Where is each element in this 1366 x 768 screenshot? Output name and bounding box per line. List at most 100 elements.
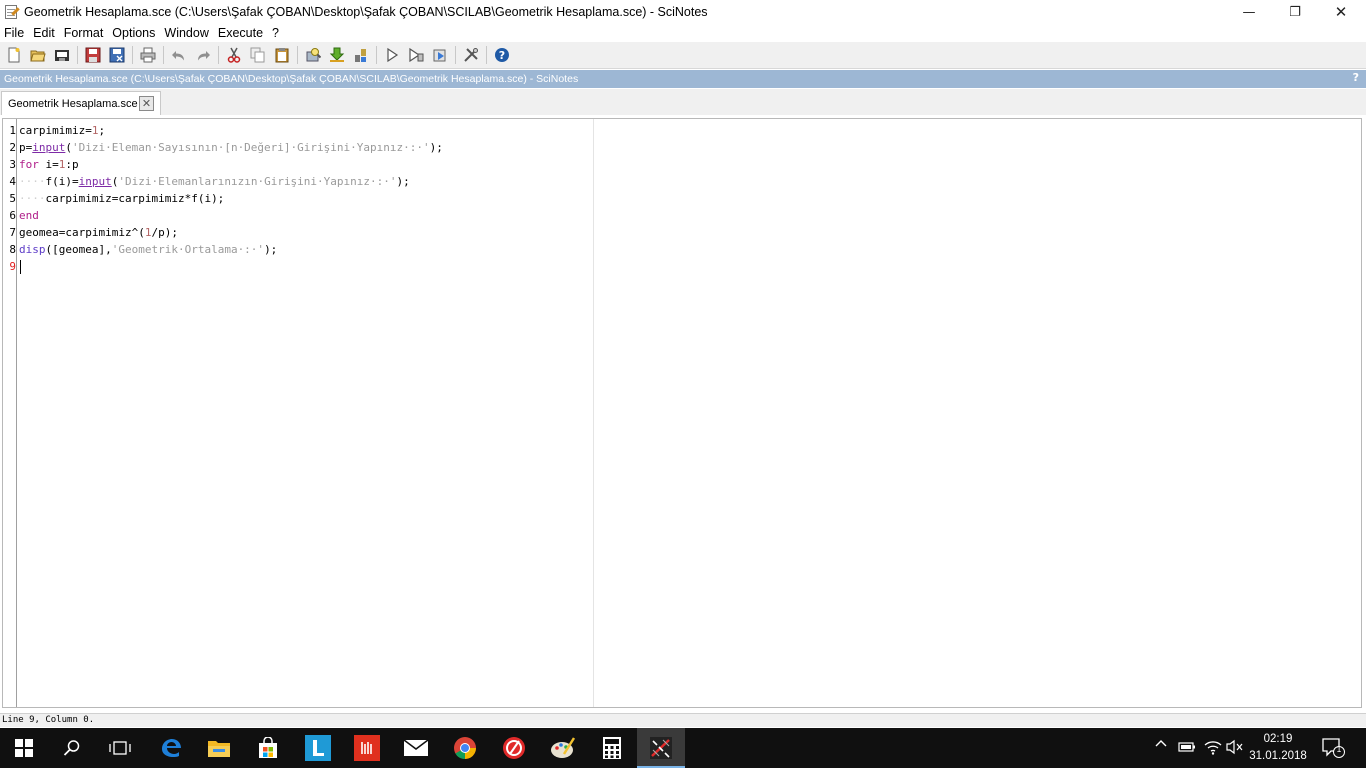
toolbar-separator [163,46,164,64]
code-editor[interactable]: 123456789 carpimimiz=1; p=input('Dizi·Ele… [2,118,1362,708]
help-icon: ? [495,48,509,62]
windows-taskbar: 02:19 31.01.2018 1 [0,728,1366,768]
code-token: 'Geometrik·Ortalama·:·' [111,243,265,256]
l-app-icon [305,735,331,761]
restore-icon: ❐ [1289,4,1301,20]
new-file-icon [8,47,20,63]
preferences-icon [464,48,478,62]
run-until-caret-button[interactable] [405,44,427,66]
print-button[interactable] [137,44,159,66]
code-line[interactable]: p=input('Dizi·Eleman·Sayısının·[n·Değeri… [19,139,443,156]
code-token: ); [396,175,410,188]
load-into-scilab-button[interactable] [326,44,348,66]
minimize-button[interactable]: — [1226,0,1272,24]
cut-button[interactable] [223,44,245,66]
action-center-icon[interactable]: 1 [1322,738,1346,762]
open-file-button[interactable] [27,44,49,66]
edge-taskbar-button[interactable] [147,728,195,768]
code-token: input [32,141,66,154]
menu-execute[interactable]: Execute [214,26,267,40]
close-button[interactable]: ✕ [1318,0,1364,24]
redo-icon [198,51,210,61]
preferences-button[interactable] [460,44,482,66]
run-selection-button[interactable] [429,44,451,66]
code-line[interactable]: ····f(i)=input('Dizi·Elemanlarınızın·Gir… [19,173,410,190]
tab-strip: Geometrik Hesaplama.sce ✕ [0,89,1366,115]
run-button[interactable] [381,44,403,66]
line-number: 8 [9,243,16,256]
scinotes-window: Geometrik Hesaplama.sce (C:\Users\Şafak … [0,0,1366,768]
run-selection-icon [433,49,446,62]
save-as-button[interactable] [106,44,128,66]
scilab-taskbar-button[interactable] [637,728,685,768]
redo-button[interactable] [192,44,214,66]
code-token: 'Dizi·Eleman·Sayısının·[n·Değeri]·Girişi… [72,141,430,154]
window-title: Geometrik Hesaplama.sce (C:\Users\Şafak … [24,5,708,19]
menu-window[interactable]: Window [160,26,212,40]
find-replace-button[interactable] [302,44,324,66]
menu-bar: File Edit Format Options Window Execute … [0,24,1366,42]
code-line[interactable]: geomea=carpimimiz^(1/p); [19,224,178,241]
save-button[interactable] [82,44,104,66]
file-explorer-taskbar-button[interactable] [195,728,243,768]
red-app-taskbar-button[interactable] [343,728,391,768]
calculator-taskbar-button[interactable] [588,728,636,768]
code-token: carpimimiz=carpimimiz*f(i); [45,192,225,205]
paste-button[interactable] [271,44,293,66]
minimize-icon: — [1242,4,1256,20]
l-app-taskbar-button[interactable] [294,728,342,768]
open-recent-button[interactable] [51,44,73,66]
chrome-taskbar-button[interactable] [441,728,489,768]
tab-geometrik-hesaplama[interactable]: Geometrik Hesaplama.sce ✕ [1,91,161,115]
code-line[interactable]: end [19,207,39,224]
undo-button[interactable] [168,44,190,66]
scinotes-app-icon[interactable] [4,4,20,20]
code-line[interactable]: ····carpimimiz=carpimimiz*f(i); [19,190,224,207]
code-line[interactable]: for i=1:p [19,156,79,173]
opera-taskbar-button[interactable] [490,728,538,768]
task-view-button[interactable] [96,728,144,768]
battery-icon[interactable] [1178,741,1196,757]
tab-close-icon[interactable]: ✕ [139,96,154,111]
line-number: 5 [9,192,16,205]
restore-button[interactable]: ❐ [1272,0,1318,24]
menu-help[interactable]: ? [268,26,283,40]
save-icon [85,47,101,63]
code-token: i= [38,158,59,171]
line-number: 7 [9,226,16,239]
run-icon [387,47,399,63]
mail-taskbar-button[interactable] [392,728,440,768]
code-token: ; [98,124,106,137]
tab-label: Geometrik Hesaplama.sce [8,97,138,110]
wifi-icon[interactable] [1204,739,1222,759]
new-file-button[interactable] [3,44,25,66]
copy-icon [250,47,265,63]
start-button[interactable] [0,728,48,768]
taskbar-clock[interactable]: 02:19 31.01.2018 [1248,731,1308,765]
copy-button[interactable] [247,44,269,66]
code-token: carpimimiz= [19,124,92,137]
search-button[interactable] [48,728,96,768]
doc-help-icon[interactable]: ? [1353,71,1359,84]
menu-options[interactable]: Options [108,26,159,40]
menu-edit[interactable]: Edit [29,26,59,40]
code-token: f(i)= [45,175,79,188]
toolbar: ? [0,42,1366,69]
code-token: ···· [19,175,46,188]
paint-taskbar-button[interactable] [539,728,587,768]
store-taskbar-button[interactable] [244,728,292,768]
help-button[interactable]: ? [491,44,513,66]
text-caret [20,260,21,274]
execute-file-button[interactable] [350,44,372,66]
code-line[interactable]: disp([geomea],'Geometrik·Ortalama·:·'); [19,241,277,258]
paint-icon [551,737,576,758]
menu-file[interactable]: File [0,26,28,40]
code-area[interactable]: carpimimiz=1; p=input('Dizi·Eleman·Sayısı… [19,119,1361,707]
menu-format[interactable]: Format [60,26,108,40]
show-hidden-icons-icon[interactable] [1155,738,1167,754]
code-line[interactable]: carpimimiz=1; [19,122,105,139]
edge-line [593,119,594,707]
volume-muted-icon[interactable] [1226,739,1244,759]
code-token: geomea=carpimimiz^( [19,226,145,239]
caret-position: Line 9, Column 0. [2,715,95,725]
